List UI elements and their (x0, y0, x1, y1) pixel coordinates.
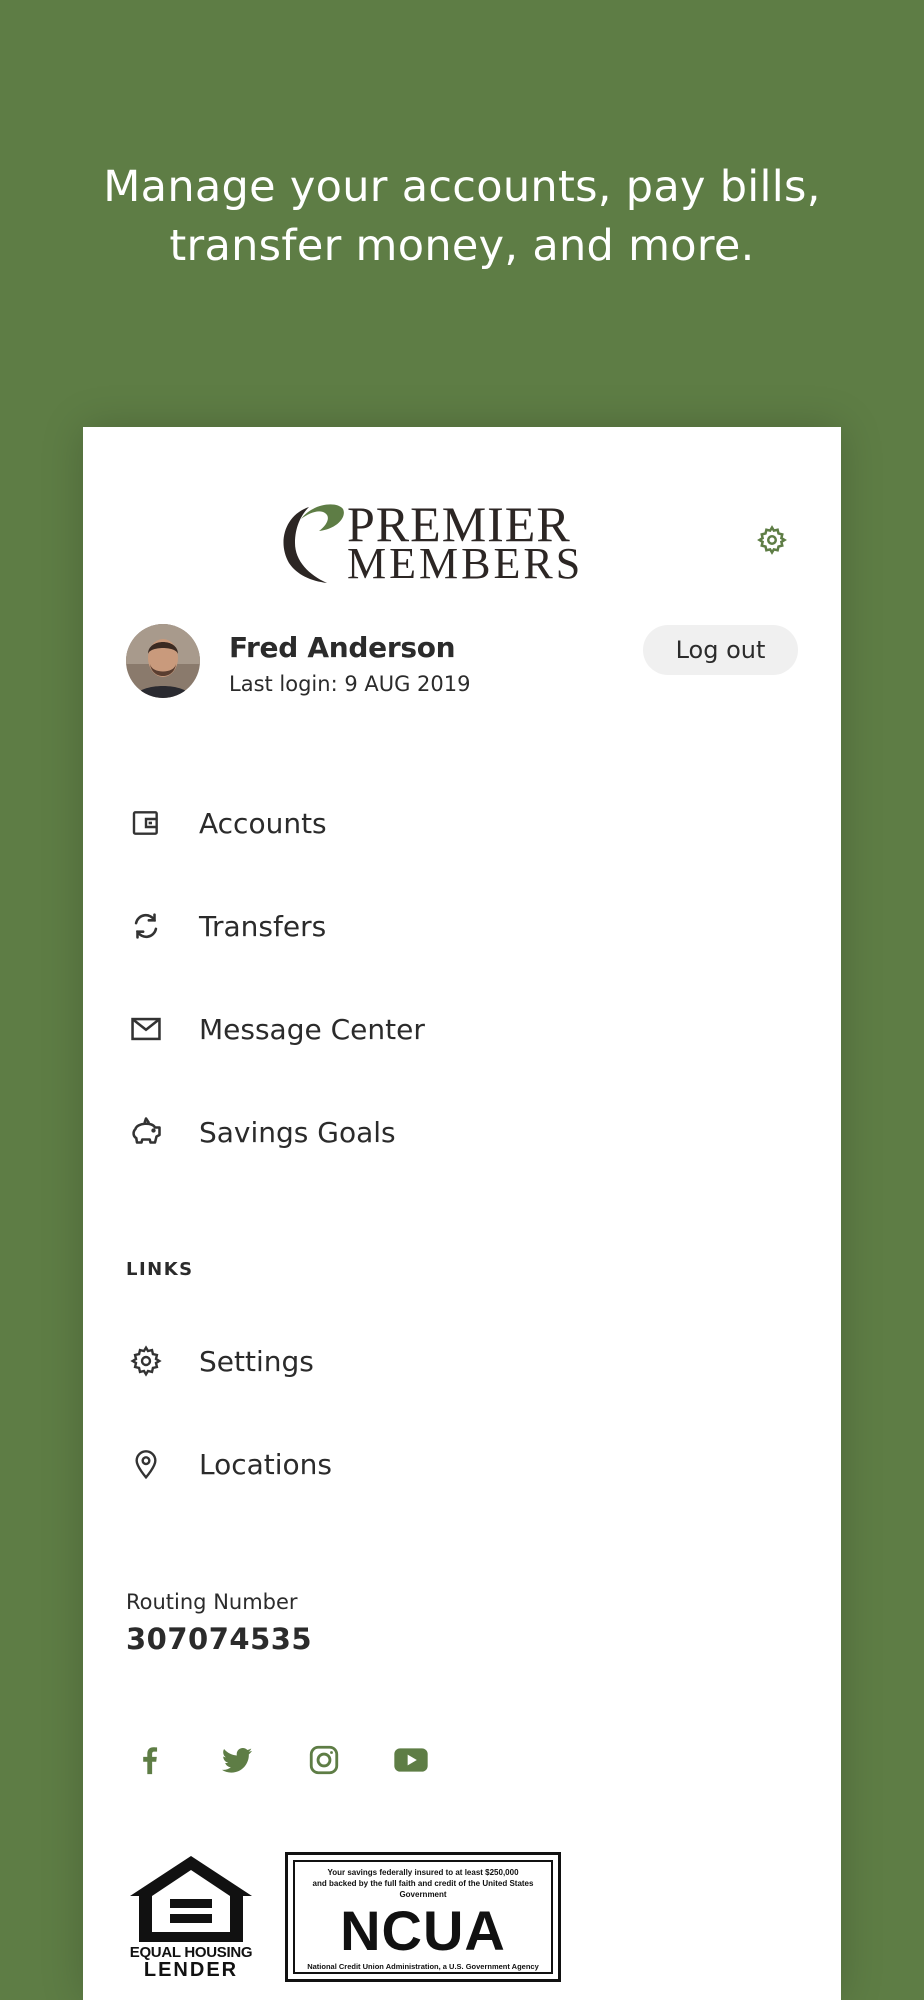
gear-icon (126, 1341, 166, 1381)
piggy-bank-icon (126, 1112, 166, 1152)
hero-line-2: transfer money, and more. (169, 221, 755, 271)
last-login: Last login: 9 AUG 2019 (229, 672, 471, 696)
menu-item-accounts[interactable]: Accounts (126, 793, 806, 853)
youtube-icon[interactable] (388, 1737, 434, 1783)
hero-headline: Manage your accounts, pay bills, transfe… (0, 158, 924, 276)
user-name: Fred Anderson (229, 631, 456, 664)
ncua-name: NCUA (340, 1899, 506, 1962)
menu-item-label: Message Center (199, 1012, 425, 1046)
hero-line-1: Manage your accounts, pay bills, (103, 162, 821, 212)
link-item-label: Locations (199, 1447, 333, 1481)
ncua-top-line1: Your savings federally insured to at lea… (327, 1868, 519, 1877)
links-section-header: LINKS (126, 1259, 194, 1280)
menu-item-transfers[interactable]: Transfers (126, 896, 806, 956)
link-item-settings[interactable]: Settings (126, 1331, 806, 1391)
sync-icon (126, 906, 166, 946)
routing-number-value: 307074535 (126, 1622, 313, 1656)
routing-number-label: Routing Number (126, 1590, 298, 1614)
menu-item-label: Accounts (199, 806, 327, 840)
gear-icon[interactable] (757, 525, 787, 555)
link-item-label: Settings (199, 1344, 314, 1378)
envelope-icon (126, 1009, 166, 1049)
link-item-locations[interactable]: Locations (126, 1434, 806, 1494)
facebook-icon[interactable] (127, 1737, 173, 1783)
logo-swoosh-icon (283, 504, 344, 583)
menu-item-label: Savings Goals (199, 1115, 396, 1149)
location-pin-icon (126, 1444, 166, 1484)
house-icon (130, 1856, 252, 1942)
wallet-icon (126, 803, 166, 843)
eho-text-line2: LENDER (143, 1959, 239, 1981)
menu-item-label: Transfers (199, 909, 327, 943)
menu-item-savings-goals[interactable]: Savings Goals (126, 1102, 806, 1162)
logout-button[interactable]: Log out (643, 625, 798, 675)
premier-members-logo: PREMIER MEMBERS (275, 497, 595, 588)
avatar (126, 624, 200, 698)
equal-housing-lender-logo: EQUAL HOUSING LENDER (126, 1852, 256, 1982)
ncua-top-line2: and backed by the full faith and credit … (312, 1879, 534, 1899)
menu-item-message-center[interactable]: Message Center (126, 999, 806, 1059)
instagram-icon[interactable] (301, 1737, 347, 1783)
logo-text-members: MEMBERS (347, 539, 584, 588)
ncua-badge: Your savings federally insured to at lea… (285, 1852, 561, 1982)
menu-card: PREMIER MEMBERS Fred Anderson Last login… (83, 427, 841, 2000)
twitter-icon[interactable] (214, 1737, 260, 1783)
ncua-bottom-text: National Credit Union Administration, a … (307, 1962, 539, 1971)
